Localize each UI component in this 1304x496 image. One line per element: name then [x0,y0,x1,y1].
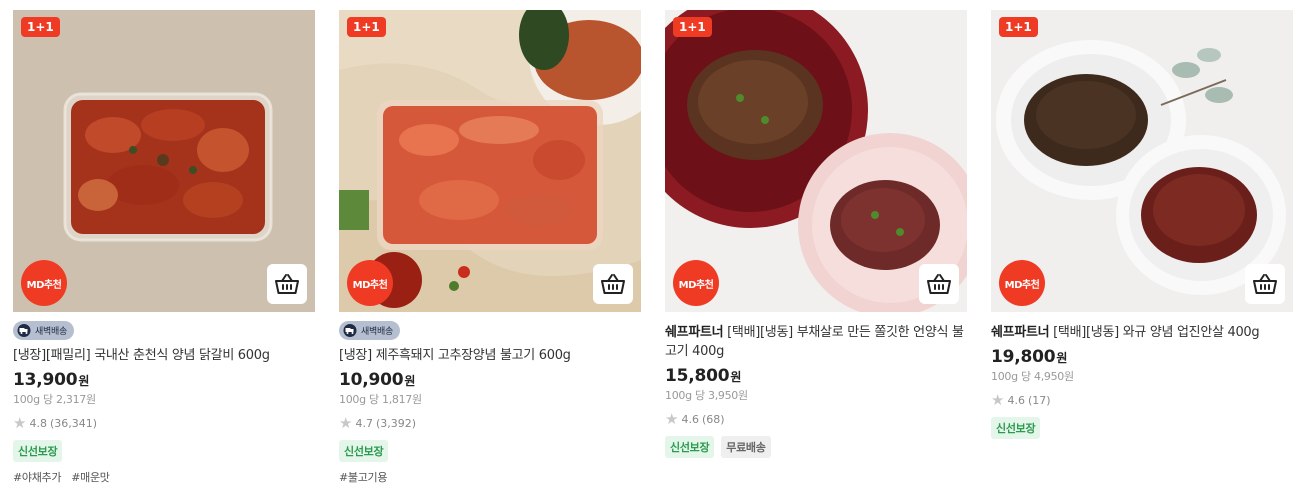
currency-label: 원 [78,374,90,388]
add-to-cart-button[interactable] [919,264,959,304]
product-title[interactable]: [냉장][패밀리] 국내산 춘천식 양념 닭갈비 600g [13,346,315,365]
free-shipping-tag: 무료배송 [721,436,771,458]
product-card[interactable]: 1+1 MD추천 쉐프파트너 [택배][냉동] 부채살로 만든 쫄깃한 언양식 … [665,10,967,458]
dawn-delivery-tag: 새벽배송 [13,321,74,340]
product-price: 13,900 [13,370,78,390]
product-image[interactable]: 1+1 MD추천 [665,10,967,312]
star-icon: ★ [665,410,679,428]
product-image[interactable]: 1+1 MD추천 [339,10,641,312]
rating-value: 4.7 [355,417,373,430]
fresh-guarantee-tag: 신선보장 [13,440,63,462]
rating-value: 4.6 [681,413,699,426]
promo-badge: 1+1 [347,17,386,37]
product-price: 15,800 [665,366,730,386]
star-icon: ★ [13,414,27,432]
md-pick-badge: MD추천 [999,260,1045,306]
dawn-delivery-label: 새벽배송 [361,327,393,337]
product-title[interactable]: 쉐프파트너 [택배][냉동] 와규 양념 업진안살 400g [991,323,1293,342]
fresh-guarantee-tag: 신선보장 [665,436,715,458]
add-to-cart-button[interactable] [593,264,633,304]
product-image[interactable]: 1+1 MD추천 [991,10,1293,312]
product-card[interactable]: 1+1 MD추천 쉐프파트너 [택배][냉동] 와규 양념 업진안살 400g … [991,10,1293,439]
star-icon: ★ [339,414,353,432]
promo-badge: 1+1 [673,17,712,37]
product-card[interactable]: 1+1 MD추천 새벽배송 [냉장][패밀리] 국내산 춘천식 양념 닭갈비 6… [13,10,315,485]
basket-icon [927,274,951,294]
review-count: (3,392) [375,417,417,430]
rating-value: 4.8 [29,417,47,430]
product-price: 19,800 [991,347,1056,367]
product-title[interactable]: 쉐프파트너 [택배][냉동] 부채살로 만든 쫄깃한 언양식 불고기 400g [665,323,967,361]
basket-icon [1253,274,1277,294]
promo-badge: 1+1 [999,17,1038,37]
dawn-delivery-label: 새벽배송 [35,327,67,337]
hashtag[interactable]: #매운맛 [71,469,110,485]
unit-price: 100g 당 1,817원 [339,393,422,406]
truck-icon [17,324,31,337]
review-count: (36,341) [49,417,98,430]
fresh-guarantee-tag: 신선보장 [339,440,389,462]
brand-name: 쉐프파트너 [665,325,724,340]
star-icon: ★ [991,391,1005,409]
currency-label: 원 [404,374,416,388]
rating: ★ 4.6 (68) [665,412,967,427]
truck-icon [343,324,357,337]
unit-price: 100g 당 4,950원 [991,370,1074,383]
rating-value: 4.6 [1007,394,1025,407]
currency-label: 원 [730,370,742,384]
fresh-guarantee-tag: 신선보장 [991,417,1041,439]
product-name: [택배][냉동] 와규 양념 업진안살 400g [1053,325,1260,340]
rating: ★ 4.6 (17) [991,393,1293,408]
md-pick-badge: MD추천 [347,260,393,306]
review-count: (17) [1027,394,1051,407]
basket-icon [601,274,625,294]
currency-label: 원 [1056,351,1068,365]
md-pick-badge: MD추천 [673,260,719,306]
promo-badge: 1+1 [21,17,60,37]
unit-price: 100g 당 2,317원 [13,393,96,406]
product-card[interactable]: 1+1 MD추천 새벽배송 [냉장] 제주흑돼지 고추장양념 불고기 600g … [339,10,641,485]
add-to-cart-button[interactable] [267,264,307,304]
unit-price: 100g 당 3,950원 [665,389,748,402]
brand-name: 쉐프파트너 [991,325,1050,340]
rating: ★ 4.7 (3,392) [339,416,641,431]
hashtag[interactable]: #야채추가 [13,469,62,485]
dawn-delivery-tag: 새벽배송 [339,321,400,340]
product-price: 10,900 [339,370,404,390]
add-to-cart-button[interactable] [1245,264,1285,304]
md-pick-badge: MD추천 [21,260,67,306]
product-image[interactable]: 1+1 MD추천 [13,10,315,312]
hashtag[interactable]: #불고기용 [339,469,388,485]
review-count: (68) [701,413,725,426]
product-title[interactable]: [냉장] 제주흑돼지 고추장양념 불고기 600g [339,346,641,365]
rating: ★ 4.8 (36,341) [13,416,315,431]
basket-icon [275,274,299,294]
